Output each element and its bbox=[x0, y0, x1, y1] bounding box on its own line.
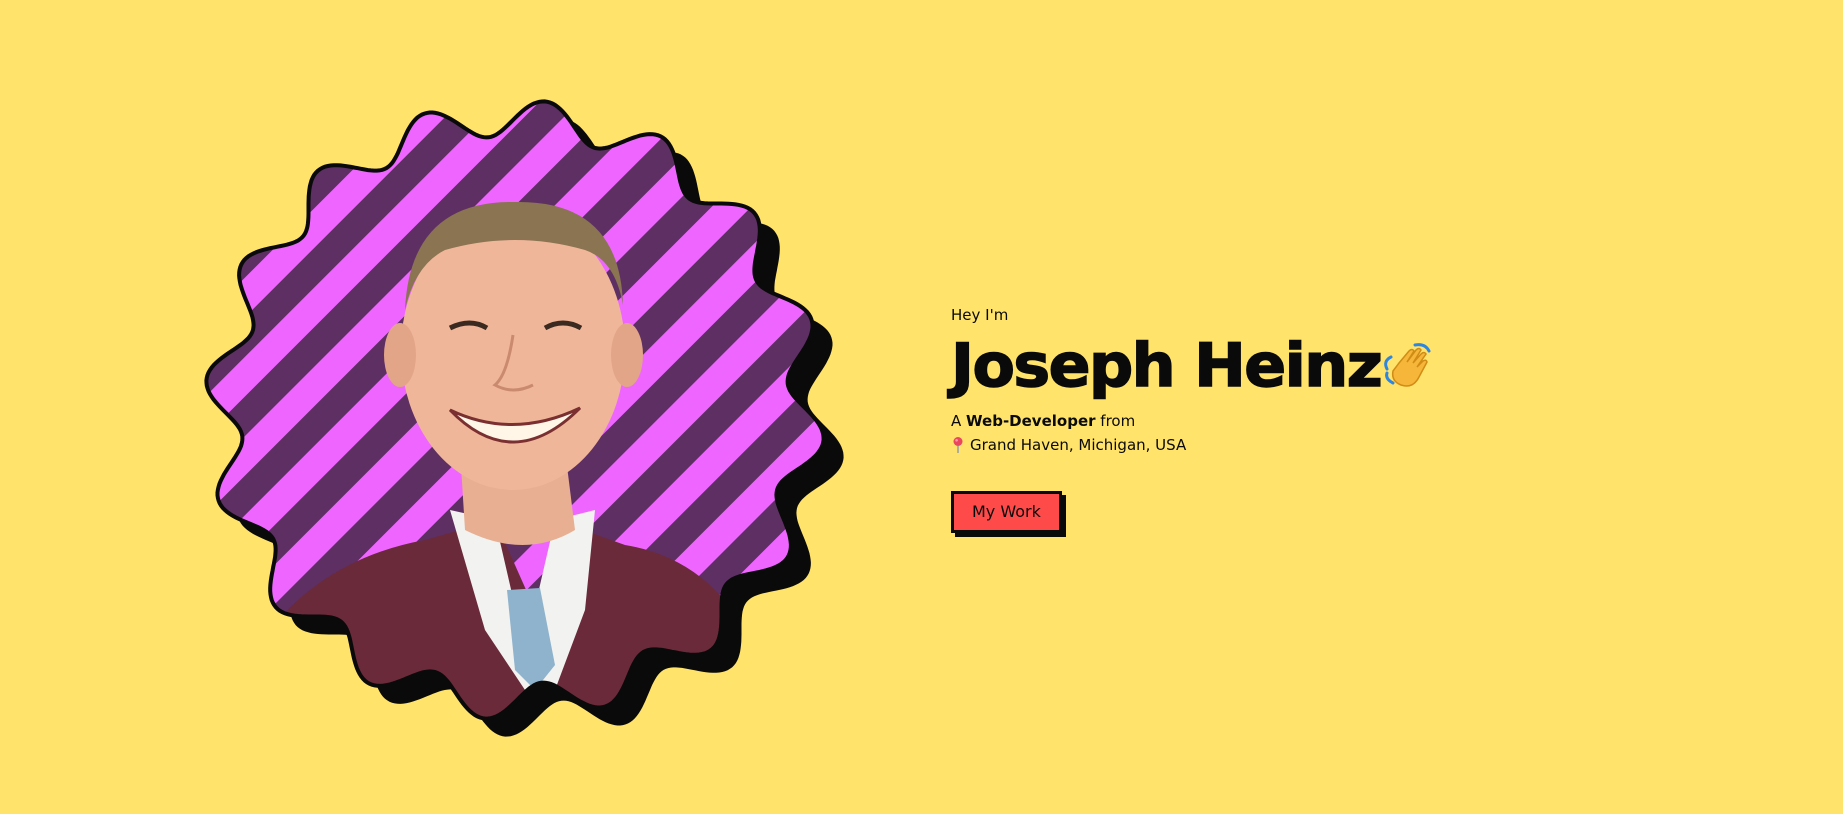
profile-portrait bbox=[195, 90, 855, 740]
name-row: Joseph Heinz bbox=[950, 330, 1651, 402]
tagline-suffix: from bbox=[1095, 412, 1136, 430]
greeting: Hey I'm bbox=[951, 306, 1009, 324]
location-row: Grand Haven, Michigan, USA bbox=[951, 433, 1651, 457]
location-text: Grand Haven, Michigan, USA bbox=[970, 436, 1187, 454]
hero-section: Hey I'm Joseph Heinz A Web-Developer fro… bbox=[0, 0, 1843, 814]
page-title: Joseph Heinz bbox=[950, 330, 1383, 402]
profile-photo bbox=[204, 99, 844, 737]
my-work-button[interactable]: My Work bbox=[951, 491, 1062, 533]
tagline-prefix: A bbox=[951, 412, 967, 430]
waving-hand-icon bbox=[1381, 339, 1435, 393]
tagline: A Web-Developer from bbox=[951, 409, 1651, 433]
map-pin-icon bbox=[951, 436, 965, 454]
intro: Hey I'm Joseph Heinz A Web-Developer fro… bbox=[950, 305, 1651, 533]
tagline-role: Web-Developer bbox=[966, 412, 1096, 430]
